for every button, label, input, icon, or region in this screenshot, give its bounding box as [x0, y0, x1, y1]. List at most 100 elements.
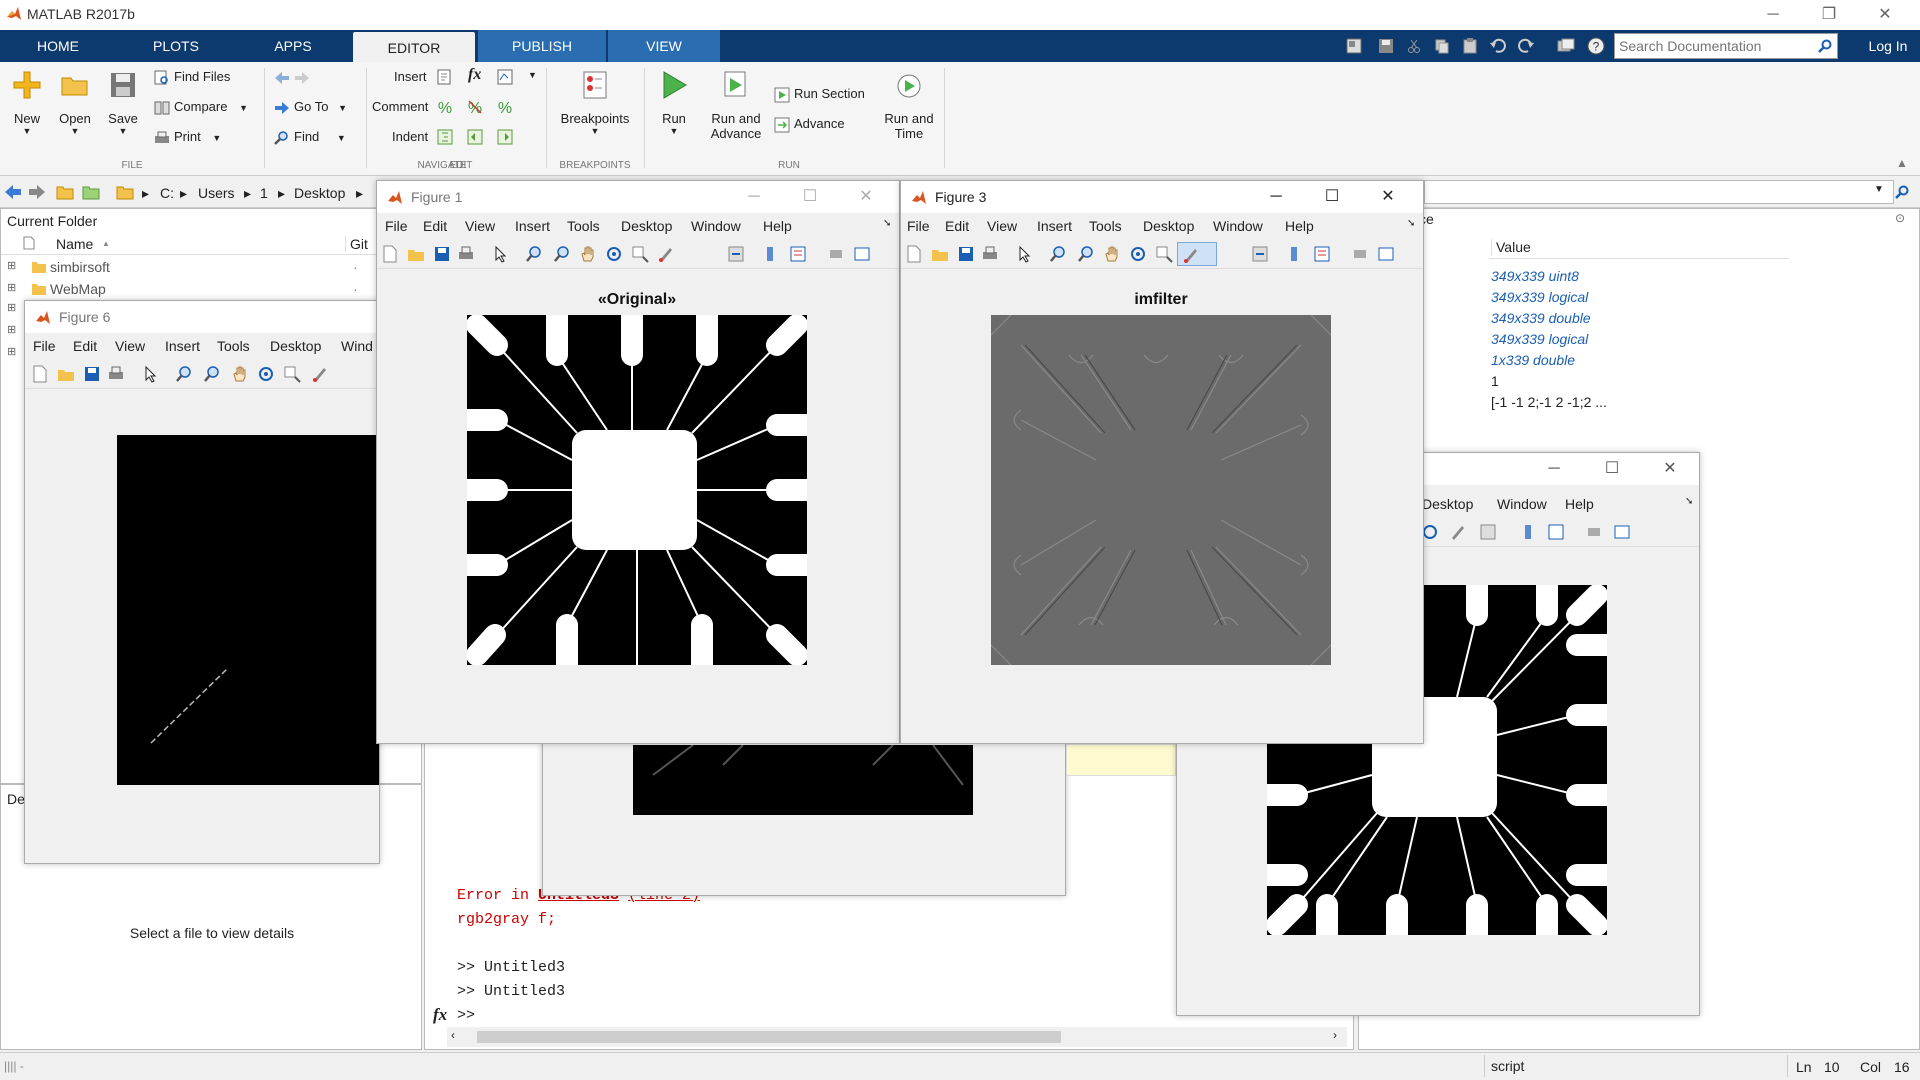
- insert-section-icon[interactable]: [436, 68, 454, 86]
- figure-close-button[interactable]: ✕: [851, 185, 881, 209]
- find-button[interactable]: Find ▼: [274, 126, 346, 148]
- workspace-value[interactable]: 349x339 uint8: [1491, 268, 1579, 284]
- menu-file[interactable]: File: [385, 218, 408, 234]
- print-figure-icon[interactable]: [107, 365, 125, 383]
- wrap-comments-icon[interactable]: %: [496, 98, 514, 116]
- menu-desktop[interactable]: Desktop: [621, 218, 672, 234]
- show-tools-icon[interactable]: [1613, 523, 1631, 541]
- save-figure-icon[interactable]: [433, 245, 451, 263]
- workspace-value[interactable]: 349x339 double: [1491, 310, 1591, 326]
- tab-apps[interactable]: APPS: [236, 30, 350, 62]
- new-figure-icon[interactable]: [381, 245, 399, 263]
- address-dropdown-icon[interactable]: ▼: [1874, 184, 1884, 195]
- menu-tools[interactable]: Tools: [1089, 218, 1122, 234]
- zoom-out-icon[interactable]: [1077, 245, 1095, 263]
- figure-minimize-button[interactable]: ─: [739, 185, 769, 209]
- menu-edit[interactable]: Edit: [945, 218, 969, 234]
- pointer-icon[interactable]: [491, 245, 509, 263]
- insert-function-icon[interactable]: fx: [468, 66, 481, 84]
- show-tools-icon[interactable]: [1377, 245, 1395, 263]
- compare-button[interactable]: Compare ▼: [154, 96, 248, 118]
- dock-figure-icon[interactable]: ➘: [1407, 218, 1415, 229]
- zoom-out-icon[interactable]: [203, 365, 221, 383]
- minimize-button[interactable]: ─: [1750, 0, 1796, 30]
- menu-tools[interactable]: Tools: [217, 338, 250, 354]
- hide-tools-icon[interactable]: [1585, 523, 1603, 541]
- figure-3-window[interactable]: Figure 3 ─ ☐ ✕ File Edit View Insert Too…: [900, 180, 1424, 744]
- increase-indent-icon[interactable]: [496, 128, 514, 146]
- legend-icon[interactable]: [789, 245, 807, 263]
- address-field[interactable]: [1424, 180, 1894, 204]
- colorbar-icon[interactable]: [1285, 245, 1303, 263]
- figure-1-window[interactable]: Figure 1 ─ ☐ ✕ File Edit View Insert Too…: [376, 180, 900, 744]
- list-item[interactable]: ⊞ simbirsoft ·: [1, 257, 421, 277]
- menu-tools[interactable]: Tools: [567, 218, 600, 234]
- figure-close-button[interactable]: ✕: [1373, 185, 1403, 209]
- brush-tool-active[interactable]: [1177, 242, 1217, 266]
- scroll-left-icon[interactable]: ‹: [451, 1028, 455, 1042]
- new-figure-icon[interactable]: [905, 245, 923, 263]
- figure-axes[interactable]: [990, 314, 1332, 666]
- tab-plots[interactable]: PLOTS: [116, 30, 236, 62]
- pointer-icon[interactable]: [141, 365, 159, 383]
- menu-edit[interactable]: Edit: [73, 338, 97, 354]
- paste-icon[interactable]: [1460, 36, 1480, 56]
- pointer-icon[interactable]: [1015, 245, 1033, 263]
- colorbar-icon[interactable]: [761, 245, 779, 263]
- value-column-header[interactable]: Value: [1491, 239, 1531, 255]
- zoom-in-icon[interactable]: [175, 365, 193, 383]
- back-icon[interactable]: [4, 184, 22, 200]
- copy-icon[interactable]: [1432, 36, 1452, 56]
- menu-desktop[interactable]: Desktop: [1422, 496, 1473, 512]
- run-section-button[interactable]: Run Section: [774, 83, 865, 105]
- list-item[interactable]: ⊞ WebMap ·: [1, 279, 421, 299]
- menu-insert[interactable]: Insert: [165, 338, 200, 354]
- decrease-indent-icon[interactable]: [466, 128, 484, 146]
- save-figure-icon[interactable]: [957, 245, 975, 263]
- new-figure-icon[interactable]: [31, 365, 49, 383]
- find-files-button[interactable]: Find Files: [154, 66, 230, 88]
- function-browser-icon[interactable]: fx: [433, 1005, 447, 1025]
- close-button[interactable]: ✕: [1862, 0, 1908, 30]
- menu-insert[interactable]: Insert: [515, 218, 550, 234]
- scroll-right-icon[interactable]: ›: [1333, 1028, 1337, 1042]
- insert-dropdown-icon[interactable]: ▼: [528, 70, 537, 80]
- tab-home[interactable]: HOME: [0, 30, 116, 62]
- menu-view[interactable]: View: [465, 218, 495, 234]
- expand-icon[interactable]: ⊞: [7, 259, 16, 272]
- insert-options-icon[interactable]: [496, 68, 514, 86]
- open-button[interactable]: Open ▼: [56, 70, 94, 136]
- search-icon[interactable]: [1817, 38, 1833, 54]
- dock-figure-icon[interactable]: ➘: [883, 218, 891, 229]
- login-button[interactable]: Log In: [1858, 30, 1918, 62]
- menu-help[interactable]: Help: [763, 218, 792, 234]
- uncomment-icon[interactable]: %: [466, 98, 484, 116]
- menu-file[interactable]: File: [907, 218, 930, 234]
- workspace-value[interactable]: [-1 -1 2;-1 2 -1;2 ...: [1491, 394, 1607, 410]
- pan-hand-icon[interactable]: [231, 365, 249, 383]
- zoom-out-icon[interactable]: [553, 245, 571, 263]
- restore-button[interactable]: ❐: [1806, 0, 1852, 30]
- menu-window[interactable]: Window: [1213, 218, 1263, 234]
- save-quick-icon[interactable]: [1376, 36, 1396, 56]
- hide-tools-icon[interactable]: [1351, 245, 1369, 263]
- figure-maximize-button[interactable]: ☐: [1317, 185, 1347, 209]
- run-button[interactable]: Run ▼: [654, 70, 694, 136]
- figure-6-window[interactable]: Figure 6 File Edit View Insert Tools Des…: [24, 300, 380, 864]
- expand-icon[interactable]: ⊞: [7, 345, 16, 358]
- layout-icon[interactable]: [1344, 36, 1364, 56]
- workspace-value[interactable]: 1: [1491, 373, 1499, 389]
- workspace-value[interactable]: 349x339 logical: [1491, 331, 1588, 347]
- redo-icon[interactable]: [1516, 36, 1536, 56]
- figure-axes[interactable]: [117, 435, 379, 785]
- folder-item-name[interactable]: simbirsoft: [50, 259, 110, 275]
- indent-button[interactable]: Indent: [392, 126, 428, 148]
- breakpoints-button[interactable]: Breakpoints ▼: [556, 70, 634, 136]
- expand-icon[interactable]: ⊞: [7, 301, 16, 314]
- menu-help[interactable]: Help: [1285, 218, 1314, 234]
- new-button[interactable]: New ▼: [8, 70, 46, 136]
- open-file-icon[interactable]: [931, 245, 949, 263]
- open-file-icon[interactable]: [407, 245, 425, 263]
- scrollbar-thumb[interactable]: [477, 1031, 1061, 1043]
- go-to-button[interactable]: Go To ▼: [274, 96, 347, 118]
